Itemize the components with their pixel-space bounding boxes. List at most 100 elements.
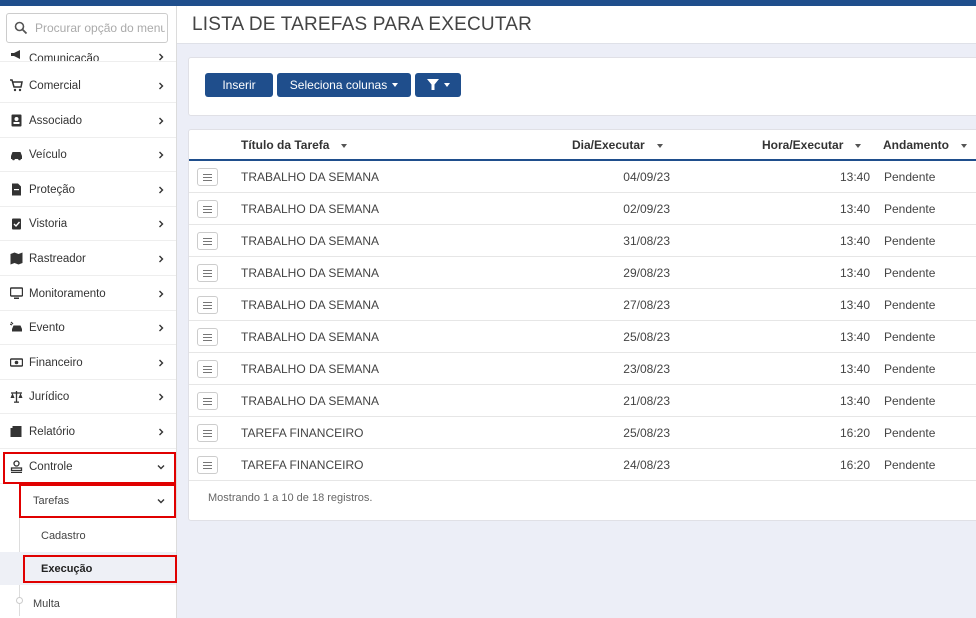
hamburger-icon (203, 209, 212, 210)
row-menu-button[interactable] (197, 328, 218, 346)
sidebar-item-label: Monitoramento (29, 287, 106, 300)
cell-status: Pendente (884, 234, 936, 248)
hamburger-icon (203, 276, 212, 277)
clipboard-check-icon (12, 218, 21, 230)
sidebar-item-associado[interactable]: Associado (0, 104, 176, 138)
table-header: Título da Tarefa Dia/Executar Hora/Execu… (189, 130, 976, 161)
sidebar-item-execucao[interactable]: Execução (0, 552, 176, 585)
hamburger-icon (203, 334, 212, 335)
sidebar-item-evento[interactable]: Evento (0, 311, 176, 345)
chevron-right-icon (159, 117, 164, 124)
hamburger-icon (203, 238, 212, 239)
column-header-status[interactable]: Andamento (883, 138, 967, 152)
sidebar-item-rastreador[interactable]: Rastreador (0, 242, 176, 276)
cell-date: 24/08/23 (623, 458, 670, 472)
sidebar-item-comunicacao[interactable]: Comunicação (0, 37, 176, 62)
sidebar-item-relatorio[interactable]: Relatório (0, 415, 176, 449)
column-header-hour[interactable]: Hora/Executar (762, 138, 862, 152)
tasks-table: Título da Tarefa Dia/Executar Hora/Execu… (188, 129, 976, 521)
row-menu-button[interactable] (197, 296, 218, 314)
cell-status: Pendente (884, 458, 936, 472)
sidebar-item-label: Financeiro (29, 356, 83, 369)
row-menu-button[interactable] (197, 392, 218, 410)
column-header-label: Título da Tarefa (241, 138, 330, 152)
sort-icon (961, 143, 967, 148)
chevron-right-icon (159, 151, 164, 158)
user-stamp-icon (10, 460, 23, 473)
cell-hour: 13:40 (839, 330, 870, 344)
sidebar-item-label: Evento (29, 321, 65, 334)
table-row[interactable]: TRABALHO DA SEMANA 21/08/23 13:40 Pendente (189, 385, 976, 417)
hamburger-icon (203, 241, 212, 242)
sidebar-item-vistoria[interactable]: Vistoria (0, 207, 176, 241)
hamburger-icon (203, 212, 212, 213)
insert-button[interactable]: Inserir (205, 73, 273, 97)
sidebar-item-multa[interactable]: Multa (0, 587, 176, 618)
sidebar-item-monitoramento[interactable]: Monitoramento (0, 277, 176, 311)
row-menu-button[interactable] (197, 264, 218, 282)
hamburger-icon (203, 366, 212, 367)
sidebar-item-controle[interactable]: Controle (0, 450, 176, 484)
table-row[interactable]: TAREFA FINANCEIRO 24/08/23 16:20 Pendente (189, 449, 976, 481)
row-menu-button[interactable] (197, 232, 218, 250)
column-header-label: Andamento (883, 138, 949, 152)
hamburger-icon (203, 177, 212, 178)
table-row[interactable]: TRABALHO DA SEMANA 31/08/23 13:40 Pendente (189, 225, 976, 257)
sidebar-item-label: Comercial (29, 79, 81, 92)
hamburger-icon (203, 401, 212, 402)
table-row[interactable]: TRABALHO DA SEMANA 25/08/23 13:40 Pendente (189, 321, 976, 353)
hamburger-icon (203, 174, 212, 175)
megaphone-icon (11, 50, 20, 59)
filter-icon (426, 79, 439, 90)
column-header-date[interactable]: Dia/Executar (572, 138, 663, 152)
hamburger-icon (203, 404, 212, 405)
table-row[interactable]: TRABALHO DA SEMANA 23/08/23 13:40 Pendente (189, 353, 976, 385)
sidebar-item-veiculo[interactable]: Veículo (0, 138, 176, 172)
hamburger-icon (203, 305, 212, 306)
sidebar-item-tarefas[interactable]: Tarefas (0, 484, 176, 517)
search-icon (14, 21, 28, 35)
row-menu-button[interactable] (197, 456, 218, 474)
table-row[interactable]: TRABALHO DA SEMANA 27/08/23 13:40 Pendente (189, 289, 976, 321)
cell-status: Pendente (884, 266, 936, 280)
chevron-right-icon (159, 428, 164, 435)
cart-icon (10, 79, 23, 92)
document-icon (12, 183, 21, 196)
cell-hour: 16:20 (839, 458, 870, 472)
cell-hour: 13:40 (839, 202, 870, 216)
cell-title: TRABALHO DA SEMANA (241, 298, 380, 312)
filter-button[interactable] (415, 73, 461, 97)
table-row[interactable]: TRABALHO DA SEMANA 04/09/23 13:40 Pendente (189, 161, 976, 193)
sidebar-item-financeiro[interactable]: Financeiro (0, 346, 176, 380)
hamburger-icon (203, 206, 212, 207)
row-menu-button[interactable] (197, 200, 218, 218)
sidebar-item-label: Vistoria (29, 217, 68, 230)
chevron-right-icon (159, 220, 164, 227)
table-row[interactable]: TRABALHO DA SEMANA 29/08/23 13:40 Pendente (189, 257, 976, 289)
sidebar-item-protecao[interactable]: Proteção (0, 173, 176, 207)
sidebar-item-label: Proteção (29, 183, 76, 196)
menu-search-input[interactable] (35, 19, 165, 37)
sort-icon (855, 143, 862, 148)
select-columns-button[interactable]: Seleciona colunas (277, 73, 411, 97)
toolbar-card: Inserir Seleciona colunas (188, 57, 976, 116)
sidebar-item-juridico[interactable]: Jurídico (0, 380, 176, 414)
cell-title: TRABALHO DA SEMANA (241, 234, 380, 248)
row-menu-button[interactable] (197, 360, 218, 378)
id-card-icon (11, 114, 22, 127)
hamburger-icon (203, 308, 212, 309)
sidebar-item-comercial[interactable]: Comercial (0, 69, 176, 103)
sidebar-item-cadastro[interactable]: Cadastro (0, 519, 176, 552)
cell-hour: 13:40 (839, 298, 870, 312)
chevron-right-icon (159, 324, 164, 331)
table-row[interactable]: TRABALHO DA SEMANA 02/09/23 13:40 Pendente (189, 193, 976, 225)
row-menu-button[interactable] (197, 168, 218, 186)
column-header-title[interactable]: Título da Tarefa (241, 138, 348, 152)
cell-date: 25/08/23 (623, 426, 670, 440)
hamburger-icon (203, 180, 212, 181)
table-row[interactable]: TAREFA FINANCEIRO 25/08/23 16:20 Pendente (189, 417, 976, 449)
scale-icon (10, 391, 23, 403)
cell-date: 04/09/23 (623, 170, 670, 184)
chevron-right-icon (159, 290, 164, 297)
row-menu-button[interactable] (197, 424, 218, 442)
